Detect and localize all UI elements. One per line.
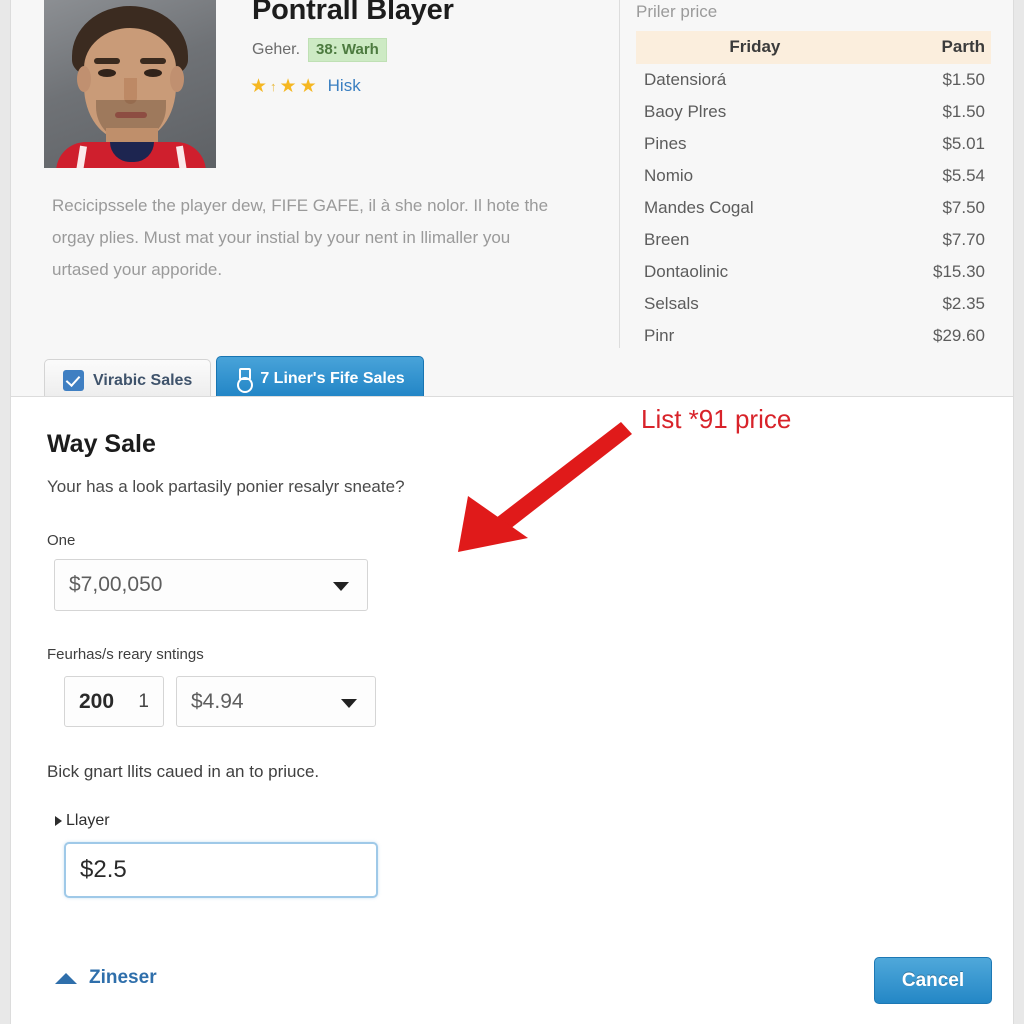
price-panel-title: Priler price <box>636 2 718 21</box>
layer-price-input[interactable]: $2.5 <box>64 842 378 898</box>
player-photo <box>44 0 216 168</box>
row-name: Datensiorá <box>644 70 727 89</box>
quantity-value: 200 <box>79 689 115 713</box>
medal-icon <box>235 368 254 393</box>
page-title: Pontrall Blayer <box>252 0 454 26</box>
price-table: Friday Parth Datensiorá $1.50 Baoy Plres $… <box>636 31 991 352</box>
unit-price-value: $4.94 <box>191 689 244 713</box>
unit-price-select[interactable]: $4.94 <box>176 676 376 727</box>
price-select-value: $7,00,050 <box>69 573 163 596</box>
tab-bar: Virabic Sales 7 Liner's Fife Sales <box>44 356 424 401</box>
tab-liners-fife-sales[interactable]: 7 Liner's Fife Sales <box>216 356 424 401</box>
layer-label-text: Llayer <box>66 812 110 829</box>
collapse-link[interactable]: Zineser <box>55 967 157 989</box>
price-select[interactable]: $7,00,050 <box>54 559 368 611</box>
field-two-label: Feurhas/s reary sntings <box>47 646 204 663</box>
table-row: Selsals $2.35 <box>636 288 991 320</box>
row-value: $5.01 <box>942 134 985 153</box>
row-name: Nomio <box>644 166 694 185</box>
player-card: Pontrall Blayer Geher. 38: Warh ★ ↑ ★ ★ … <box>10 0 1014 401</box>
tab-label: 7 Liner's Fife Sales <box>260 370 405 387</box>
risk-link[interactable]: Hisk <box>328 76 361 96</box>
layer-sub-label[interactable]: Llayer <box>55 812 110 830</box>
table-row: Nomio $5.54 <box>636 160 991 192</box>
table-row: Pines $5.01 <box>636 128 991 160</box>
collapse-label: Zineser <box>89 967 157 988</box>
dialog-subtitle: Your has a look partasily ponier resalyr… <box>47 477 405 496</box>
triangle-right-icon <box>55 816 62 826</box>
row-name: Selsals <box>644 294 699 313</box>
chevron-up-icon <box>55 972 77 984</box>
table-header-row: Friday Parth <box>636 31 991 64</box>
sale-dialog: Way Sale Your has a look partasily ponie… <box>10 396 1014 1024</box>
gender-label: Geher. <box>252 41 301 58</box>
row-name: Breen <box>644 230 690 249</box>
row-value: $1.50 <box>942 70 985 89</box>
column-header-parth: Parth <box>873 31 991 64</box>
table-row: Mandes Cogal $7.50 <box>636 192 991 224</box>
row-value: $15.30 <box>933 262 985 281</box>
table-row: Breen $7.70 <box>636 224 991 256</box>
tab-virabic-sales[interactable]: Virabic Sales <box>44 359 212 401</box>
tab-label: Virabic Sales <box>93 371 193 389</box>
quantity-unit: 1 <box>138 690 149 712</box>
star-icon: ★ <box>299 75 317 97</box>
row-name: Dontaolinic <box>644 262 729 281</box>
row-value: $1.50 <box>942 102 985 121</box>
row-name: Pines <box>644 134 687 153</box>
player-meta: Geher. 38: Warh <box>252 38 387 62</box>
chevron-down-icon <box>341 698 357 708</box>
star-icon: ★ <box>250 75 268 97</box>
table-row: Datensiorá $1.50 <box>636 64 991 96</box>
rating-row: ★ ↑ ★ ★ Hisk <box>250 76 361 96</box>
row-value: $29.60 <box>933 326 985 345</box>
column-header-friday: Friday <box>636 31 874 64</box>
table-row: Dontaolinic $15.30 <box>636 256 991 288</box>
quantity-stepper[interactable]: 200 1 <box>64 676 164 727</box>
panel-divider <box>619 0 620 348</box>
star-half-icon: ↑ <box>270 78 277 94</box>
check-square-icon <box>63 370 84 391</box>
annotation-text: List *91 price <box>641 404 792 434</box>
row-value: $7.70 <box>942 230 985 249</box>
chevron-down-icon <box>333 582 349 591</box>
table-row: Baoy Plres $1.50 <box>636 96 991 128</box>
dialog-note: Bick gnart llits caued in an to priuce. <box>47 762 320 781</box>
field-one-label: One <box>47 532 76 549</box>
row-value: $7.50 <box>942 198 985 217</box>
row-name: Mandes Cogal <box>644 198 754 217</box>
row-value: $2.35 <box>942 294 985 313</box>
row-value: $5.54 <box>942 166 985 185</box>
table-row: Pinr $29.60 <box>636 320 991 352</box>
cancel-button[interactable]: Cancel <box>874 957 992 1004</box>
star-icon: ★ <box>279 75 297 97</box>
layer-price-value: $2.5 <box>80 856 127 883</box>
screenshot-root: Pontrall Blayer Geher. 38: Warh ★ ↑ ★ ★ … <box>0 0 1024 1024</box>
row-name: Pinr <box>644 326 675 345</box>
row-name: Baoy Plres <box>644 102 727 121</box>
status-badge: 38: Warh <box>308 38 387 62</box>
dialog-title: Way Sale <box>47 430 156 458</box>
player-description: Recicipssele the player dew, FIFE GAFE, … <box>52 196 549 279</box>
